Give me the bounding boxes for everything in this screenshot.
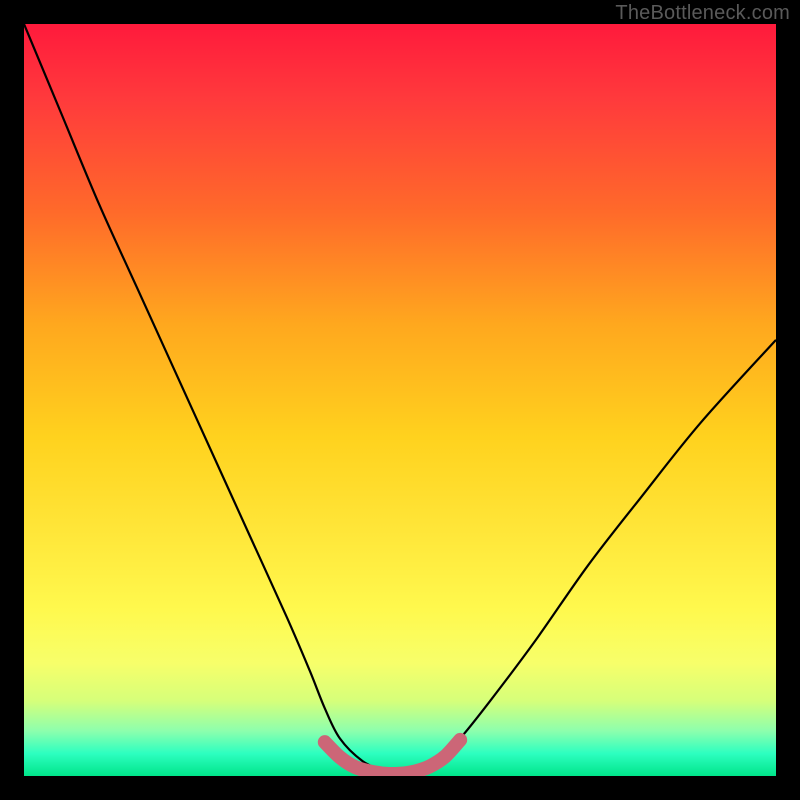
chart-frame: TheBottleneck.com [0,0,800,800]
plot-area [24,24,776,776]
curve-layer [24,24,776,776]
watermark-text: TheBottleneck.com [615,2,790,25]
bottleneck-curve [24,24,776,774]
